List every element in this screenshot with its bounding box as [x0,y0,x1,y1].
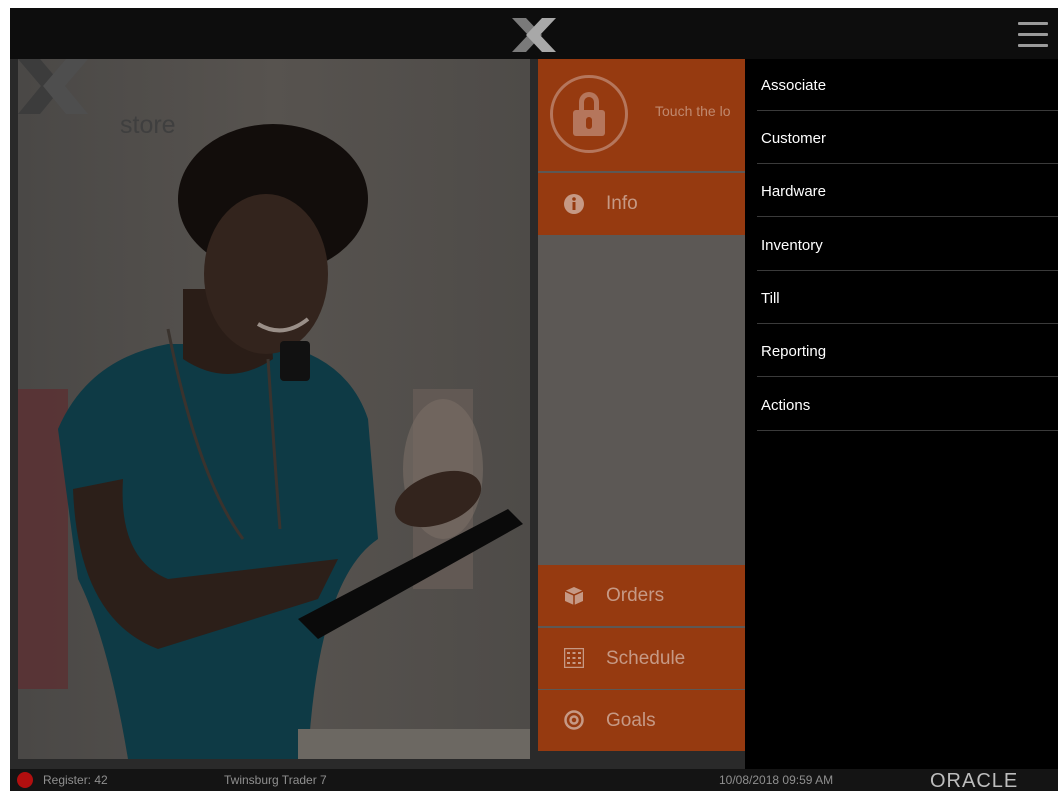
tile-orders[interactable]: Orders [538,565,745,626]
menu-item-till[interactable]: Till [757,272,1058,324]
x-logo-icon [512,18,556,52]
menu-item-label: Customer [761,130,827,147]
menu-item-actions[interactable]: Actions [757,379,1058,431]
menu-item-label: Till [761,290,780,307]
datetime: 10/08/2018 09:59 AM [719,773,834,787]
store-name: Twinsburg Trader 7 [224,773,327,787]
hero-image: store [18,59,530,759]
lock-tile[interactable]: Touch the lo [538,59,745,171]
menu-item-inventory[interactable]: Inventory [757,219,1058,271]
register-label: Register: 42 [43,773,108,787]
menu-item-label: Hardware [761,183,827,200]
menu-item-reporting[interactable]: Reporting [757,325,1058,377]
padlock-icon [550,75,628,153]
hero-photo-illustration [18,124,530,759]
menu-item-label: Reporting [761,343,827,360]
oracle-logo: ORACLE [930,770,1019,791]
menu-item-label: Inventory [761,237,823,254]
top-bar [10,8,1058,59]
menu-item-label: Actions [761,397,811,414]
side-menu: Associate Customer Hardware Inventory Ti… [745,59,1058,769]
box-icon [564,587,584,605]
info-icon [564,194,584,214]
menu-item-customer[interactable]: Customer [757,112,1058,164]
xstore-app-window: store Touch the lo Info Orders Schedule … [10,8,1058,791]
hamburger-menu-icon[interactable] [1018,22,1048,48]
status-indicator-icon [17,772,33,788]
status-bar: Register: 42 Twinsburg Trader 7 10/08/20… [10,769,1058,791]
tile-schedule-label: Schedule [606,648,686,669]
calendar-grid-icon [564,648,584,668]
xstore-logo-icon [18,59,88,114]
dashboard-tiles: Touch the lo Info Orders Schedule Goals [538,59,745,751]
tile-orders-label: Orders [606,585,665,606]
menu-item-label: Associate [761,77,827,94]
target-icon [564,710,584,730]
menu-item-associate[interactable]: Associate [757,59,1058,111]
lock-instruction: Touch the lo [655,103,731,119]
xstore-logo-text: store [120,111,176,139]
tile-goals-label: Goals [606,710,656,731]
tile-goals[interactable]: Goals [538,690,745,751]
menu-item-hardware[interactable]: Hardware [757,165,1058,217]
tile-schedule[interactable]: Schedule [538,628,745,689]
tile-info[interactable]: Info [538,173,745,235]
tile-info-label: Info [606,193,638,214]
